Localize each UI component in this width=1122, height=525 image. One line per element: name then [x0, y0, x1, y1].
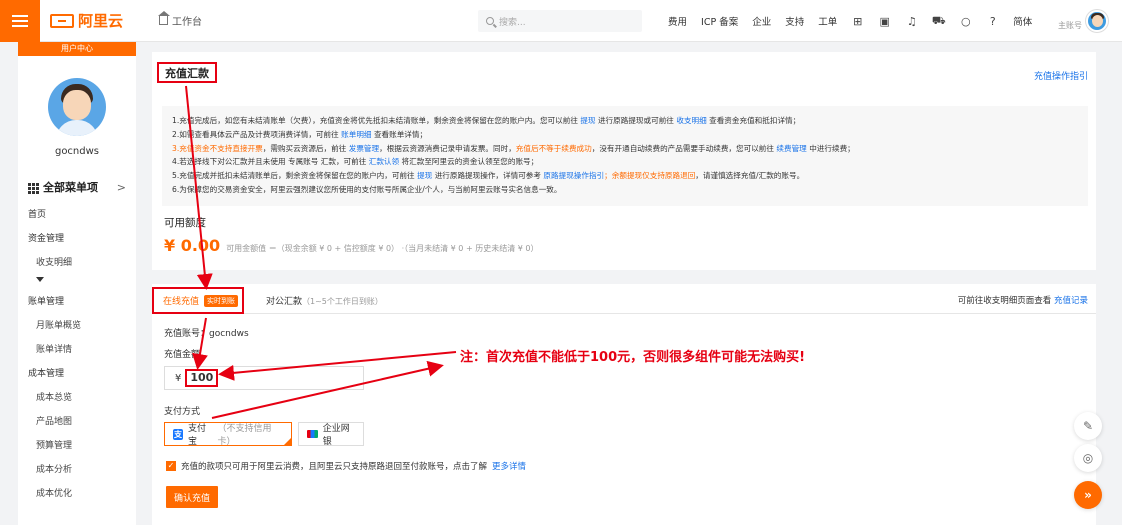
agreement-text: 充值的款项只可用于阿里云消费，且阿里云只支持原路退回至付款账号，点击了解: [181, 462, 488, 472]
alipay-icon: 支: [173, 428, 183, 440]
lightbulb-icon[interactable]: ○: [959, 15, 972, 28]
sidebar-item-product-map[interactable]: 产品地图: [18, 410, 136, 434]
sidebar-item-cost-overview[interactable]: 成本总览: [18, 386, 136, 410]
all-menu-label: 全部菜单项: [43, 181, 98, 194]
nav-fees[interactable]: 费用: [668, 14, 687, 28]
sidebar-item-bills[interactable]: 账单管理: [18, 290, 136, 314]
apps-icon[interactable]: ⊞: [851, 15, 864, 28]
home-icon: [158, 11, 171, 25]
realtime-badge: 实时到账: [204, 294, 239, 307]
chevron-right-icon: >: [116, 180, 126, 194]
balance-value: ¥ 0.00: [164, 236, 221, 255]
alipay-option[interactable]: 支 支付宝 （不支持信用卡）: [164, 422, 292, 447]
withdraw-link-2[interactable]: 提现: [417, 171, 432, 180]
agreement-row: ✓ 充值的款项只可用于阿里云消费，且阿里云只支持原路退回至付款账号，点击了解 更…: [166, 460, 526, 472]
brand-logo[interactable]: 阿里云: [50, 10, 123, 31]
currency-symbol: ¥: [175, 372, 182, 384]
sidebar-item-monthly-bill[interactable]: 月账单概览: [18, 314, 136, 338]
account-label: 充值账号：gocndws: [164, 329, 249, 339]
search-input[interactable]: 搜索...: [478, 10, 642, 32]
amount-input[interactable]: ¥ 100: [164, 366, 364, 390]
records-hint: 可前往收支明细页面查看 充值记录: [957, 296, 1088, 306]
available-title: 可用额度: [164, 217, 206, 229]
sidebar-item-bill-detail[interactable]: 账单详情: [18, 338, 136, 362]
top-bar: 阿里云 工作台 搜索... 费用 ICP 备案 企业 支持 工单 ⊞ ▣ ♫ ⛟…: [0, 0, 1122, 42]
sidebar: 用户中心 gocndws 全部菜单项 > 首页 资金管理 收支明细 账单管理 月…: [18, 42, 136, 525]
user-avatar: [48, 78, 106, 136]
amount-label: 充值金额: [164, 350, 201, 360]
nav-enterprise[interactable]: 企业: [752, 14, 771, 28]
expand-icon[interactable]: »: [1074, 481, 1102, 509]
amount-value: 100: [185, 369, 219, 387]
payment-card: 在线充值 实时到账 对公汇款（1~5个工作日到账） 可前往收支明细页面查看 充值…: [152, 284, 1096, 525]
unionpay-icon: [307, 430, 318, 438]
sidebar-item-transactions[interactable]: 收支明细: [18, 251, 136, 275]
search-placeholder: 搜索...: [499, 17, 526, 28]
selected-corner-icon: [283, 437, 292, 446]
chat-icon[interactable]: ◎: [1074, 444, 1102, 472]
balance-row: ¥ 0.00 可用金额值 ＝（现金余额 ¥ 0 + 信控额度 ¥ 0） ·（当月…: [164, 236, 538, 255]
recharge-card: 充值汇款 充值操作指引 1.充值完成后，如您有未结清账单（欠费），充值资金将优先…: [152, 52, 1096, 270]
nav-ticket[interactable]: 工单: [818, 14, 837, 28]
agree-checkbox[interactable]: ✓: [166, 461, 176, 471]
all-menu-button[interactable]: 全部菜单项 >: [28, 179, 126, 195]
sidebar-item-budget[interactable]: 预算管理: [18, 434, 136, 458]
withdraw-link[interactable]: 提现: [580, 116, 595, 125]
notice-box: 1.充值完成后，如您有未结清账单（欠费），充值资金将优先抵扣未结清账单，剩余资金…: [162, 106, 1088, 206]
sidebar-item-cost[interactable]: 成本管理: [18, 362, 136, 386]
page-title: 充值汇款: [157, 62, 217, 83]
nav-support[interactable]: 支持: [785, 14, 804, 28]
username: gocndws: [54, 146, 100, 157]
user-center-label: 用户中心: [18, 42, 136, 56]
balance-note: 可用金额值 ＝（现金余额 ¥ 0 + 信控额度 ¥ 0） ·（当月未结清 ¥ 0…: [226, 244, 539, 253]
tabs: 在线充值 实时到账 对公汇款（1~5个工作日到账） 可前往收支明细页面查看 充值…: [152, 284, 1096, 314]
sidebar-item-cost-optimize[interactable]: 成本优化: [18, 482, 136, 506]
recharge-guide-link[interactable]: 充值操作指引: [1034, 69, 1088, 82]
help-icon[interactable]: ?: [986, 15, 999, 28]
recharge-records-link[interactable]: 充值记录: [1054, 296, 1088, 306]
invoice-link[interactable]: 发票管理: [349, 144, 379, 153]
caret-down-icon[interactable]: [36, 277, 44, 282]
renewal-link[interactable]: 续费管理: [776, 144, 806, 153]
search-icon: [486, 17, 494, 25]
pay-method-label: 支付方式: [164, 407, 201, 417]
grid-icon: [28, 182, 39, 194]
tab-corporate-remittance[interactable]: 对公汇款（1~5个工作日到账）: [266, 294, 383, 307]
tab-online-recharge[interactable]: 在线充值 实时到账: [152, 287, 244, 314]
sidebar-item-cost-analysis[interactable]: 成本分析: [18, 458, 136, 482]
workspace-link[interactable]: 工作台: [158, 11, 203, 28]
language-switch[interactable]: 简体: [1013, 14, 1032, 28]
sidebar-item-home[interactable]: 首页: [18, 203, 136, 227]
bill-detail-link[interactable]: 账单明细: [341, 130, 371, 139]
menu-icon[interactable]: [0, 0, 40, 42]
account-role: 主账号: [1058, 21, 1082, 30]
aliyun-logo-icon: [50, 13, 74, 28]
remittance-claim-link[interactable]: 汇款认领: [369, 157, 399, 166]
sidebar-item-funds[interactable]: 资金管理: [18, 227, 136, 251]
cart-icon[interactable]: ⛟: [932, 14, 946, 28]
withdraw-guide-link[interactable]: 原路提现操作指引: [543, 171, 604, 180]
account-info[interactable]: 主账号: [1042, 8, 1082, 32]
more-details-link[interactable]: 更多详情: [492, 460, 526, 472]
transactions-link[interactable]: 收支明细: [676, 116, 706, 125]
annotation-note: 注：首次充值不能低于100元，否则很多组件可能无法购买!: [460, 350, 806, 365]
confirm-recharge-button[interactable]: 确认充值: [166, 486, 218, 508]
bell-icon[interactable]: ♫: [905, 15, 918, 28]
edit-icon[interactable]: ✎: [1074, 412, 1102, 440]
bank-option[interactable]: 企业网银: [298, 422, 364, 447]
terminal-icon[interactable]: ▣: [878, 15, 891, 28]
brand-name: 阿里云: [78, 12, 124, 30]
top-nav: 费用 ICP 备案 企业 支持 工单 ⊞ ▣ ♫ ⛟ ○ ? 简体: [668, 0, 1032, 42]
nav-icp[interactable]: ICP 备案: [701, 14, 738, 28]
workspace-label: 工作台: [172, 17, 203, 28]
avatar[interactable]: [1086, 10, 1108, 32]
